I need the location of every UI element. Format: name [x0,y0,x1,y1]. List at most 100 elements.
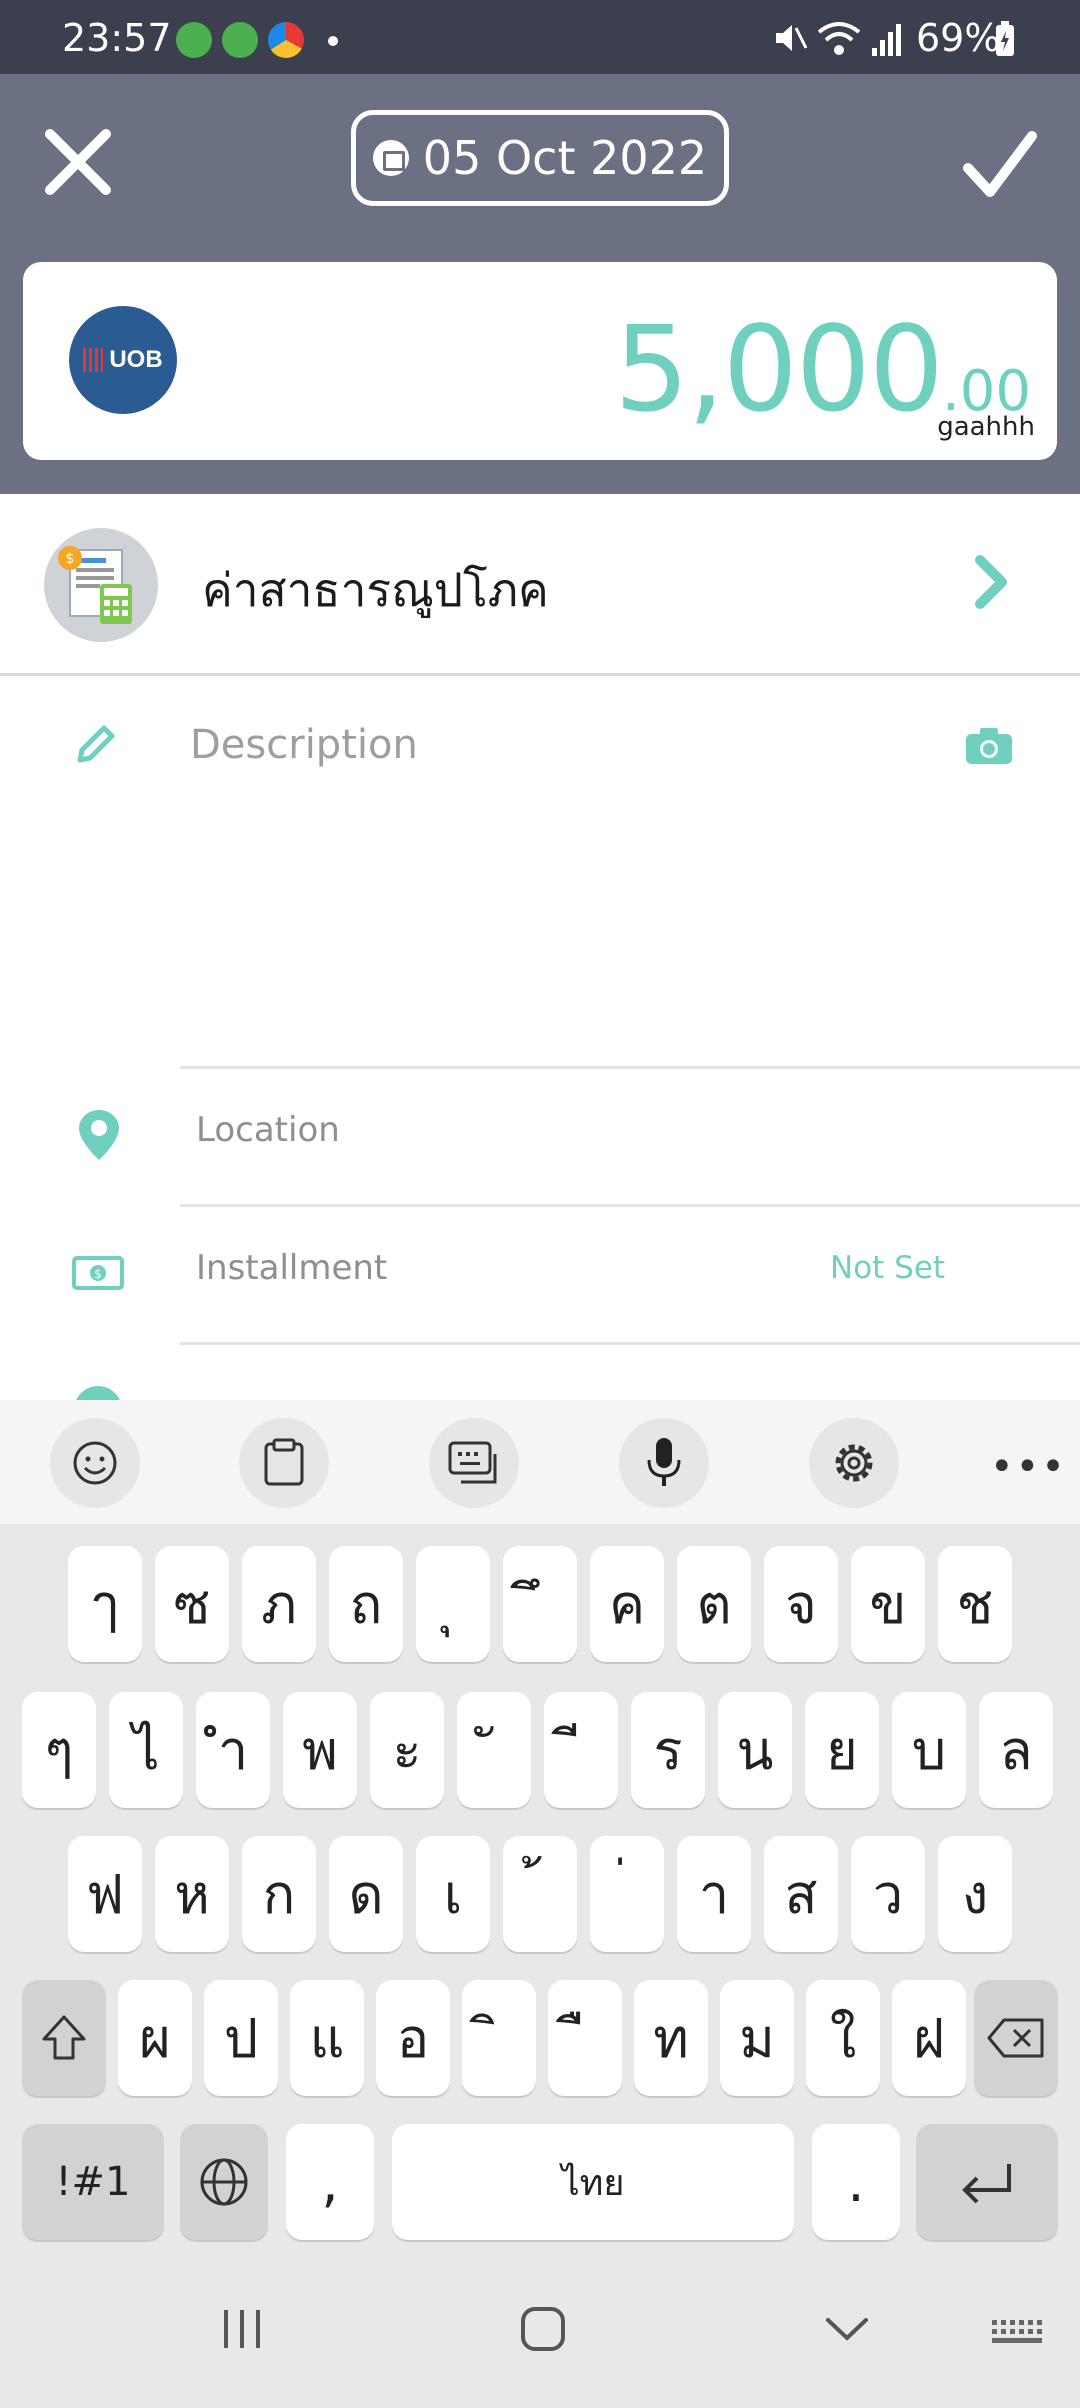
letter-key[interactable]: แ [290,1980,364,2096]
letter-key[interactable]: ย [805,1692,879,1808]
date-picker-button[interactable]: 05 Oct 2022 [351,110,729,206]
microphone-icon[interactable] [619,1418,709,1508]
system-navigation-bar [0,2266,1080,2408]
app-notification-icon [222,22,258,58]
letter-key[interactable]: ก [242,1836,316,1952]
letter-key[interactable]: บ [892,1692,966,1808]
clipboard-icon[interactable] [239,1418,329,1508]
svg-text:$: $ [66,551,75,567]
bank-logo-mark [83,348,104,372]
letter-key[interactable]: ว [851,1836,925,1952]
enter-key[interactable] [916,2124,1058,2240]
location-field[interactable]: Location [0,1066,1080,1204]
comma-key[interactable]: , [286,2124,374,2240]
letter-key[interactable]: ผ [118,1980,192,2096]
wifi-icon [817,22,861,55]
letter-key[interactable]: ี [544,1692,618,1808]
location-label: Location [196,1110,340,1150]
description-input[interactable]: Description [190,722,890,768]
letter-key[interactable]: ป [204,1980,278,2096]
pencil-icon [77,725,115,763]
letter-key[interactable]: ึ [503,1546,577,1662]
letter-key[interactable]: ม [720,1980,794,2096]
symbols-key[interactable]: !#1 [22,2124,164,2240]
letter-key[interactable]: ค [590,1546,664,1662]
divider [180,1342,1080,1345]
letter-key[interactable]: ท [634,1980,708,2096]
installment-label: Installment [196,1248,388,1288]
emoji-icon[interactable] [50,1418,140,1508]
app-notification-icon [176,22,212,58]
transaction-header: 05 Oct 2022 UOB 5,000.00 gaahhh [0,74,1080,494]
letter-key[interactable]: ร [631,1692,705,1808]
letter-key[interactable]: ส [764,1836,838,1952]
letter-key[interactable]: ช [938,1546,1012,1662]
letter-key[interactable]: ง [938,1836,1012,1952]
language-key[interactable] [180,2124,268,2240]
period-key[interactable]: . [812,2124,900,2240]
next-field-partial [0,1342,1080,1400]
letter-key[interactable]: ล [979,1692,1053,1808]
recent-apps-icon[interactable] [220,2306,264,2352]
letter-key[interactable]: ื [548,1980,622,2096]
letter-key[interactable]: จ [764,1546,838,1662]
camera-icon[interactable] [964,726,1014,766]
settings-icon[interactable] [809,1418,899,1508]
home-icon[interactable] [520,2306,566,2352]
bank-logo-text: UOB [109,346,163,373]
shift-icon [42,2015,86,2060]
letter-key[interactable]: ซ [155,1546,229,1662]
location-pin-icon [79,1110,119,1160]
signal-icon [872,24,901,56]
next-field-icon [74,1386,122,1400]
letter-key[interactable]: ข [851,1546,925,1662]
letter-key[interactable]: ใ [806,1980,880,2096]
check-icon[interactable] [962,128,1038,204]
letter-key[interactable]: ุ [416,1546,490,1662]
enter-icon [962,2164,1011,2204]
more-icon[interactable]: ••• [990,1444,1067,1490]
shift-key[interactable] [22,1980,106,2096]
letter-key[interactable]: ำ [196,1692,270,1808]
letter-key[interactable]: ภ [242,1546,316,1662]
space-key[interactable]: ไทย [392,2124,794,2240]
letter-key[interactable]: า [677,1836,751,1952]
cash-icon: $ [72,1256,124,1290]
letter-key[interactable]: ่ [590,1836,664,1952]
globe-icon [200,2158,248,2206]
close-icon[interactable] [40,124,116,200]
divider [180,1204,1080,1207]
letter-key[interactable]: ๅ [68,1546,142,1662]
letter-key[interactable]: ้ [503,1836,577,1952]
installment-value: Not Set [830,1250,946,1286]
letter-key[interactable]: อ [376,1980,450,2096]
more-notifications-dot [328,36,338,46]
keyboard-layout-icon[interactable] [429,1418,519,1508]
letter-key[interactable]: พ [283,1692,357,1808]
letter-key[interactable]: ฝ [892,1980,966,2096]
category-selector[interactable]: $ ค่าสาธารณูปโภค [0,494,1080,676]
letter-key[interactable]: น [718,1692,792,1808]
letter-key[interactable]: ฟ [68,1836,142,1952]
divider [180,1066,1080,1069]
bank-logo[interactable]: UOB [69,306,177,414]
chevron-right-icon[interactable] [972,552,1012,612]
letter-key[interactable]: ด [329,1836,403,1952]
back-icon[interactable] [822,2306,872,2352]
letter-key[interactable]: ถ [329,1546,403,1662]
letter-key[interactable]: ิ [462,1980,536,2096]
amount-card[interactable]: UOB 5,000.00 gaahhh [23,262,1057,460]
letter-key[interactable]: ต [677,1546,751,1662]
keyboard-toolbar: ••• [0,1400,1080,1524]
letter-key[interactable]: ะ [370,1692,444,1808]
account-name: gaahhh [937,412,1035,442]
browser-notification-icon [268,22,304,58]
letter-key[interactable]: ไ [109,1692,183,1808]
keyboard-toggle-icon[interactable] [990,2318,1044,2348]
letter-key[interactable]: ๆ [22,1692,96,1808]
letter-key[interactable]: ห [155,1836,229,1952]
letter-key[interactable]: เ [416,1836,490,1952]
backspace-key[interactable] [974,1980,1058,2096]
letter-key[interactable]: ั [457,1692,531,1808]
installment-field[interactable]: $ Installment Not Set [0,1204,1080,1342]
